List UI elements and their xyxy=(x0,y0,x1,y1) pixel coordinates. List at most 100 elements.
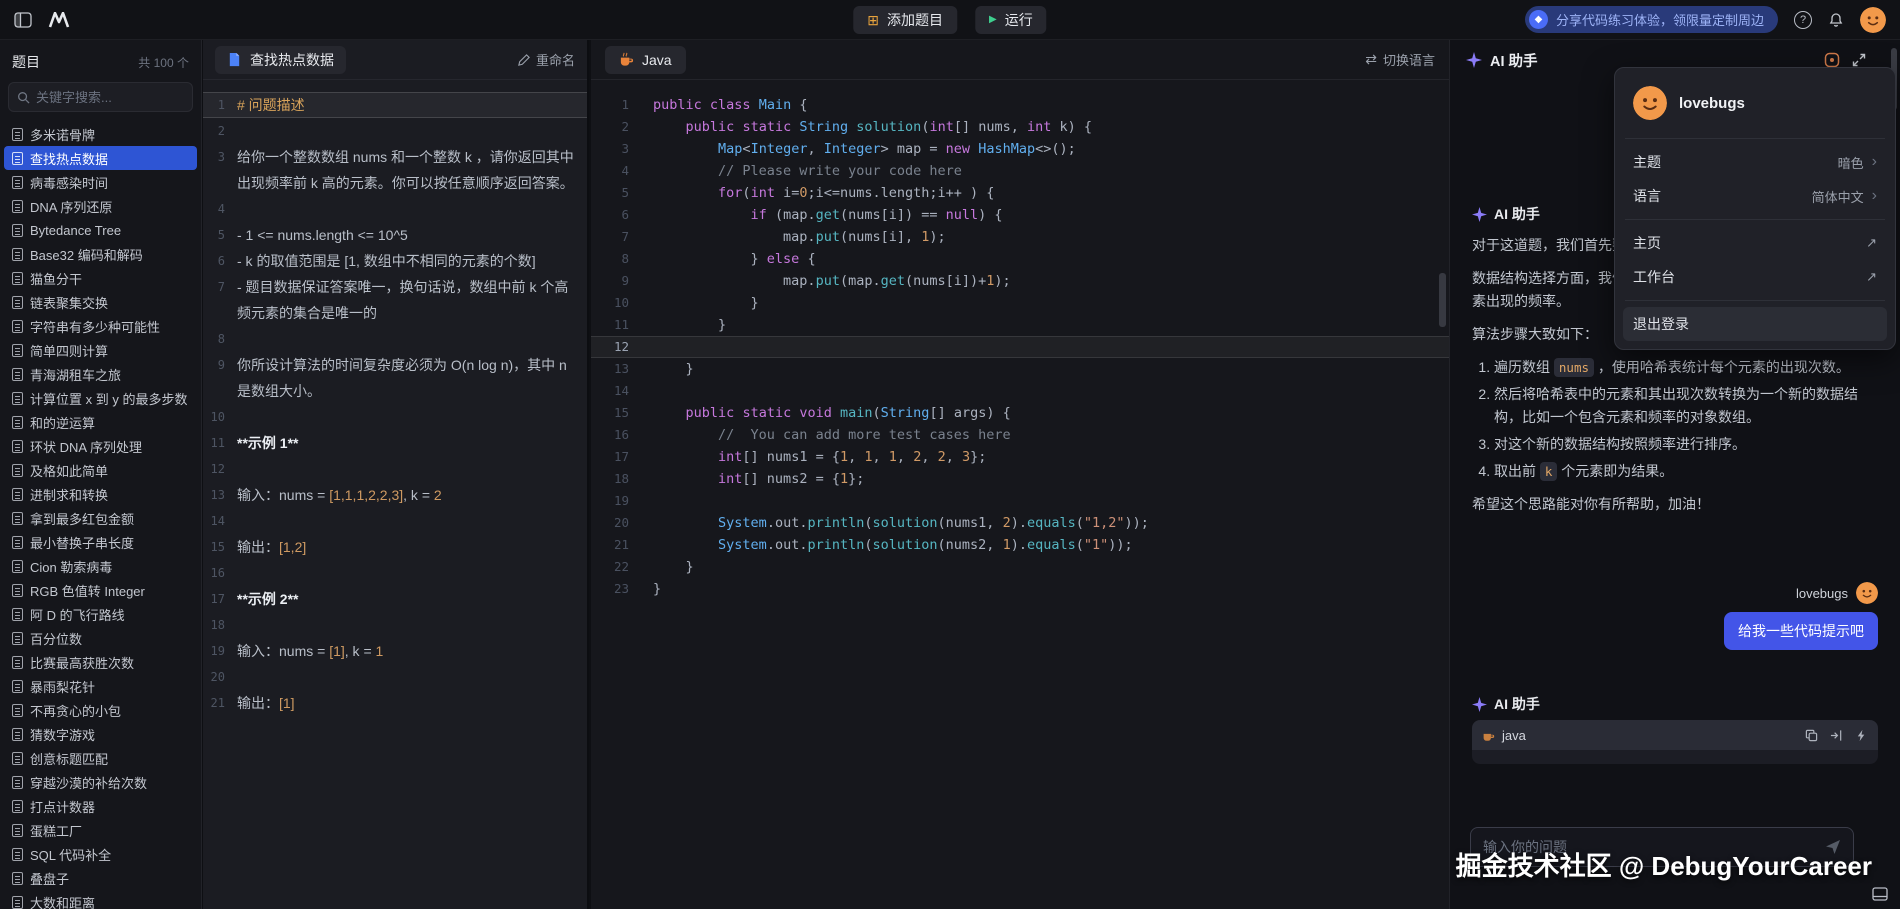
model-icon[interactable] xyxy=(1824,52,1840,68)
document-icon xyxy=(12,416,23,429)
sidebar-item[interactable]: Bytedance Tree xyxy=(4,218,197,242)
switch-language-button[interactable]: ⇄ 切换语言 xyxy=(1365,50,1435,69)
promo-icon: ◆ xyxy=(1529,10,1548,29)
sidebar-item[interactable]: 环状 DNA 序列处理 xyxy=(4,434,197,458)
sidebar-item[interactable]: 拿到最多红包金额 xyxy=(4,506,197,530)
code-line: 19 xyxy=(591,490,1449,512)
sidebar-item[interactable]: 不再贪心的小包 xyxy=(4,698,197,722)
editor-panel: Java ⇄ 切换语言 1public class Main {2 public… xyxy=(591,40,1449,909)
add-problem-button[interactable]: ⊞ 添加题目 xyxy=(853,6,957,34)
sidebar-toggle-icon[interactable] xyxy=(14,12,32,28)
sidebar-item[interactable]: 查找热点数据 xyxy=(4,146,197,170)
menu-item-language[interactable]: 语言 简体中文› xyxy=(1623,179,1887,213)
document-icon xyxy=(12,632,23,645)
sidebar-item[interactable]: Base32 编码和解码 xyxy=(4,242,197,266)
user-avatar xyxy=(1856,582,1878,604)
sidebar-item[interactable]: 青海湖租车之旅 xyxy=(4,362,197,386)
sidebar-item[interactable]: 猜数字游戏 xyxy=(4,722,197,746)
menu-item-theme[interactable]: 主题 暗色› xyxy=(1623,145,1887,179)
sidebar-item[interactable]: RGB 色值转 Integer xyxy=(4,578,197,602)
problem-line: 4 xyxy=(203,196,587,222)
sidebar-item[interactable]: 猫鱼分干 xyxy=(4,266,197,290)
document-icon xyxy=(12,272,23,285)
sidebar-item[interactable]: 百分位数 xyxy=(4,626,197,650)
sidebar-item[interactable]: 叠盘子 xyxy=(4,866,197,890)
code-line: 2 public static String solution(int[] nu… xyxy=(591,116,1449,138)
editor-scrollbar[interactable] xyxy=(1439,273,1446,327)
problem-line: 9你所设计算法的时间复杂度必须为 O(n log n)，其中 n 是数组大小。 xyxy=(203,352,587,404)
problem-line: 14 xyxy=(203,508,587,534)
sidebar-item[interactable]: 比赛最高获胜次数 xyxy=(4,650,197,674)
chevron-right-icon: › xyxy=(1872,188,1877,204)
code-line: 17 int[] nums1 = {1, 1, 1, 2, 2, 3}; xyxy=(591,446,1449,468)
sidebar-item[interactable]: 穿越沙漠的补给次数 xyxy=(4,770,197,794)
problem-editor[interactable]: 1# 问题描述23给你一个整数数组 nums 和一个整数 k ，请你返回其中出现… xyxy=(203,80,587,909)
code-line: 12 xyxy=(591,336,1449,358)
problem-line: 15输出：[1,2] xyxy=(203,534,587,560)
problem-line: 12 xyxy=(203,456,587,482)
sidebar-item[interactable]: 最小替换子串长度 xyxy=(4,530,197,554)
rename-button[interactable]: 重命名 xyxy=(518,50,575,69)
search-box[interactable] xyxy=(8,82,193,112)
ai-step: 然后将哈希表中的元素和其出现次数转换为一个新的数据结构，比如一个包含元素和频率的… xyxy=(1494,383,1878,429)
problem-line: 2 xyxy=(203,118,587,144)
sidebar-item[interactable]: 大数和距离 xyxy=(4,890,197,909)
code-line: 1public class Main { xyxy=(591,94,1449,116)
problem-line: 6- k 的取值范围是 [1, 数组中不相同的元素的个数] xyxy=(203,248,587,274)
copy-icon[interactable] xyxy=(1805,729,1818,742)
panel-toggle-icon[interactable] xyxy=(1872,887,1888,901)
pencil-icon xyxy=(518,54,530,66)
sidebar-item[interactable]: 阿 D 的飞行路线 xyxy=(4,602,197,626)
document-icon xyxy=(12,152,23,165)
language-tab[interactable]: Java xyxy=(605,46,686,74)
document-icon xyxy=(12,440,23,453)
sidebar-item[interactable]: 暴雨梨花针 xyxy=(4,674,197,698)
problem-title-button[interactable]: 查找热点数据 xyxy=(215,46,346,74)
add-icon: ⊞ xyxy=(867,13,879,27)
user-avatar[interactable] xyxy=(1860,7,1886,33)
search-input[interactable] xyxy=(36,90,184,105)
play-icon: ▶ xyxy=(989,15,997,25)
expand-icon[interactable] xyxy=(1852,53,1866,67)
sidebar-item[interactable]: 简单四则计算 xyxy=(4,338,197,362)
sidebar-item[interactable]: 病毒感染时间 xyxy=(4,170,197,194)
problem-line: 11**示例 1** xyxy=(203,430,587,456)
topbar: ⊞ 添加题目 ▶ 运行 ◆ 分享代码练习体验，领限量定制周边 ? xyxy=(0,0,1900,40)
sidebar-item[interactable]: 和的逆运算 xyxy=(4,410,197,434)
divider xyxy=(1625,300,1885,301)
run-button[interactable]: ▶ 运行 xyxy=(975,6,1047,34)
magic-icon[interactable] xyxy=(1855,729,1868,742)
sidebar-item[interactable]: 字符串有多少种可能性 xyxy=(4,314,197,338)
menu-item-logout[interactable]: 退出登录 xyxy=(1623,307,1887,341)
menu-item-home[interactable]: 主页 ↗ xyxy=(1623,226,1887,260)
code-line: 18 int[] nums2 = {1}; xyxy=(591,468,1449,490)
sidebar-item[interactable]: 蛋糕工厂 xyxy=(4,818,197,842)
document-icon xyxy=(12,224,23,237)
app-logo-icon[interactable] xyxy=(48,12,70,28)
document-icon xyxy=(12,200,23,213)
menu-item-workspace[interactable]: 工作台 ↗ xyxy=(1623,260,1887,294)
problem-line: 10 xyxy=(203,404,587,430)
sidebar-item[interactable]: Cion 勒索病毒 xyxy=(4,554,197,578)
insert-code-icon[interactable] xyxy=(1830,729,1843,742)
document-icon xyxy=(12,536,23,549)
document-icon xyxy=(12,128,23,141)
code-line: 7 map.put(nums[i], 1); xyxy=(591,226,1449,248)
external-link-icon: ↗ xyxy=(1866,269,1877,285)
sidebar-item[interactable]: 及格如此简单 xyxy=(4,458,197,482)
promo-banner[interactable]: ◆ 分享代码练习体验，领限量定制周边 xyxy=(1525,6,1778,33)
sidebar-item[interactable]: SQL 代码补全 xyxy=(4,842,197,866)
sidebar-item[interactable]: 创意标题匹配 xyxy=(4,746,197,770)
sidebar-item[interactable]: 链表聚集交换 xyxy=(4,290,197,314)
sidebar-item[interactable]: 多米诺骨牌 xyxy=(4,122,197,146)
chevron-right-icon: › xyxy=(1872,154,1877,170)
sidebar-item[interactable]: 计算位置 x 到 y 的最多步数 xyxy=(4,386,197,410)
user-avatar xyxy=(1633,86,1667,120)
code-editor[interactable]: 1public class Main {2 public static Stri… xyxy=(591,80,1449,600)
ai-step: 遍历数组 nums ，使用哈希表统计每个元素的出现次数。 xyxy=(1494,356,1878,379)
help-icon[interactable]: ? xyxy=(1794,11,1812,29)
sidebar-item[interactable]: 打点计数器 xyxy=(4,794,197,818)
sidebar-item[interactable]: DNA 序列还原 xyxy=(4,194,197,218)
sidebar-item[interactable]: 进制求和转换 xyxy=(4,482,197,506)
bell-icon[interactable] xyxy=(1828,12,1844,28)
